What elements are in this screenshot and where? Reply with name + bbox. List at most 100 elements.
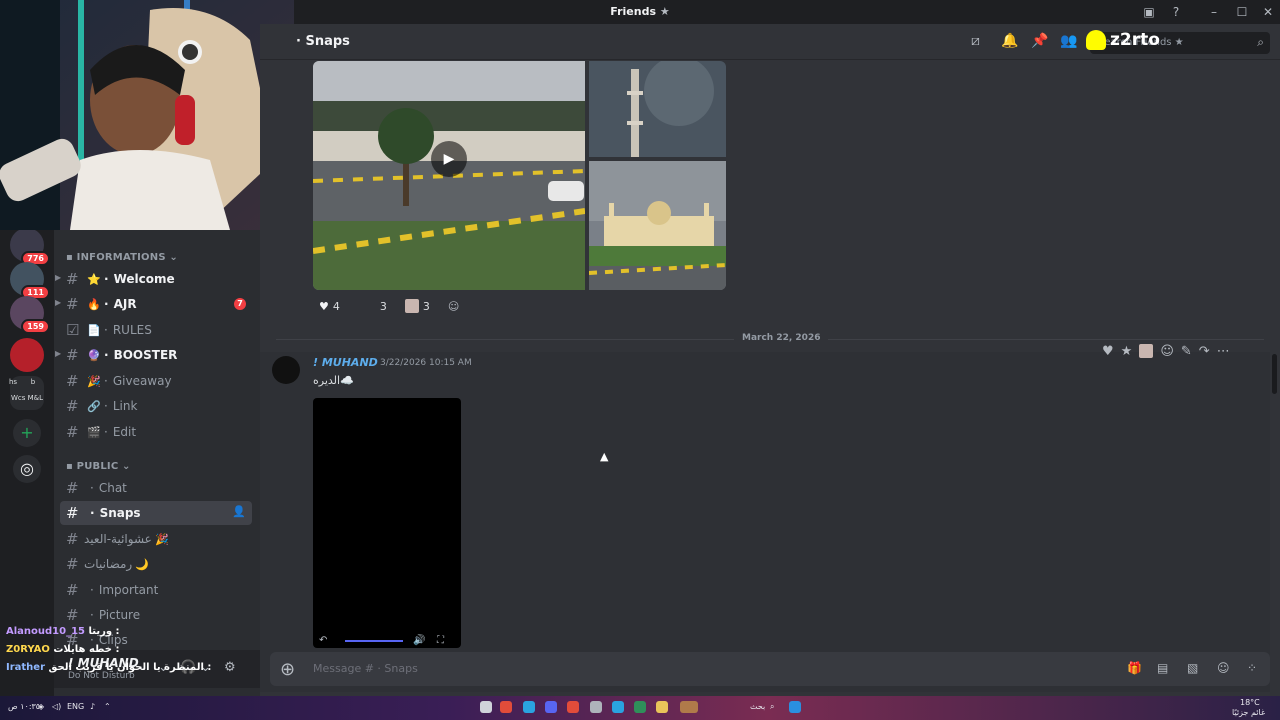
- progress-bar[interactable]: [345, 640, 403, 642]
- channel-snaps[interactable]: # · Snaps 👤: [60, 501, 252, 525]
- channel-ramadan[interactable]: # رمضانيات 🌙: [60, 552, 252, 576]
- start-icon[interactable]: [789, 701, 801, 713]
- close-button[interactable]: ✕: [1256, 3, 1280, 21]
- mouse-cursor-icon: ▲: [600, 450, 609, 463]
- chat-message: Z0RYAO خطه هايلات :: [6, 641, 246, 659]
- video-attachment[interactable]: ▶: [313, 61, 585, 290]
- maximize-button[interactable]: ☐: [1230, 3, 1254, 21]
- scrollbar[interactable]: [1272, 354, 1277, 394]
- add-reaction-button[interactable]: ☺: [442, 296, 465, 316]
- avatar[interactable]: [272, 356, 300, 384]
- star-icon[interactable]: ★: [1121, 344, 1133, 359]
- discover-icon[interactable]: ◎: [13, 455, 41, 483]
- add-reaction-icon[interactable]: ☺: [1160, 344, 1174, 359]
- message-composer[interactable]: ⊕ Message # · Snaps 🎁 ▤ ▧ ☺ ⁘: [270, 652, 1270, 686]
- emoji-icon[interactable]: ☺: [1217, 661, 1230, 675]
- chevron-right-icon: ▶: [55, 273, 62, 282]
- chevron-up-icon[interactable]: ⌃: [104, 702, 111, 711]
- file-explorer-icon[interactable]: [656, 701, 668, 713]
- rewind-icon[interactable]: ↶: [319, 635, 327, 646]
- server-icon[interactable]: 159: [10, 296, 50, 334]
- reaction-pill[interactable]: 3: [399, 296, 436, 316]
- server-icon[interactable]: [10, 338, 44, 372]
- date-divider: March 22, 2026: [276, 333, 1264, 343]
- channel-emoji: 📄: [87, 323, 101, 337]
- reaction-pill[interactable]: 3: [360, 296, 393, 316]
- server-folder[interactable]: hs b Wcs M&L: [9, 376, 44, 410]
- hash-icon: #: [66, 346, 79, 364]
- wifi-icon[interactable]: ◈: [38, 702, 44, 711]
- folder-label: Wcs M&L: [10, 394, 44, 402]
- image-attachment[interactable]: [589, 61, 726, 157]
- reaction-pill[interactable]: ♥ 4: [313, 296, 346, 316]
- channel-rules[interactable]: ☑ 📄 · RULES: [60, 318, 252, 342]
- channel-label: Picture: [98, 608, 141, 622]
- discord-icon[interactable]: [545, 701, 557, 713]
- chat-message: Alanoud10_15 وريتا :: [6, 623, 246, 641]
- image-attachment[interactable]: [589, 161, 726, 290]
- channel-ajr[interactable]: ▶ # 🔥 · AJR 7: [55, 292, 252, 316]
- channel-eid[interactable]: # عشوائية-العيد 🎉: [60, 527, 252, 551]
- gift-icon[interactable]: 🎁: [1127, 661, 1142, 675]
- channel-emoji: 🎉: [87, 374, 101, 388]
- category-informations[interactable]: ▪ INFORMATIONS ⌄: [66, 252, 178, 263]
- video-attachment[interactable]: ↶ 🔊 ⛶: [313, 398, 461, 648]
- gif-icon[interactable]: ▤: [1157, 661, 1168, 675]
- hash-icon: #: [66, 270, 79, 288]
- category-public[interactable]: ▪ PUBLIC ⌄: [66, 461, 131, 472]
- chevron-right-icon: ▶: [55, 349, 62, 358]
- sticker-emoji-icon[interactable]: [1139, 344, 1154, 358]
- help-icon[interactable]: ?: [1168, 4, 1184, 20]
- taskbar-app-icon[interactable]: [500, 701, 512, 713]
- fullscreen-icon[interactable]: ⛶: [437, 635, 444, 646]
- channel-edit[interactable]: # 🎬 · Edit: [60, 420, 252, 444]
- bell-icon[interactable]: 🔔: [1001, 33, 1018, 49]
- channel-label: Chat: [98, 481, 127, 495]
- channel-giveaway[interactable]: # 🎉 · Giveaway: [60, 369, 252, 393]
- hash-icon: #: [66, 295, 79, 313]
- heart-icon[interactable]: ♥: [1102, 344, 1114, 359]
- search-icon: ⌕: [1257, 35, 1264, 49]
- taskbar-app-icon[interactable]: [680, 701, 698, 713]
- pin-icon[interactable]: 📌: [1031, 33, 1048, 49]
- more-icon[interactable]: ⋯: [1217, 344, 1230, 359]
- server-icon[interactable]: 776: [10, 228, 50, 266]
- minimize-button[interactable]: –: [1202, 3, 1226, 21]
- channel-important[interactable]: # · Important: [60, 578, 252, 602]
- channel-chat[interactable]: # · Chat: [60, 476, 252, 500]
- threads-icon[interactable]: ⧄: [971, 33, 980, 49]
- volume-icon[interactable]: 🔊: [413, 635, 425, 646]
- reply-icon[interactable]: ↷: [1199, 344, 1210, 359]
- taskbar-search[interactable]: بحث: [750, 702, 765, 711]
- mic-icon[interactable]: ♪: [90, 702, 95, 711]
- channel-booster[interactable]: ▶ # 🔮 · BOOSTER: [55, 343, 252, 367]
- add-attachment-icon[interactable]: ⊕: [280, 659, 295, 680]
- language-indicator[interactable]: ENG: [67, 702, 84, 711]
- members-icon[interactable]: 👥: [1060, 33, 1077, 49]
- hash-icon: #: [66, 504, 79, 522]
- play-icon[interactable]: ▶: [431, 141, 467, 177]
- channel-emoji: 🔮: [87, 348, 101, 362]
- taskbar-app-icon[interactable]: [634, 701, 646, 713]
- invite-icon[interactable]: 👤: [232, 505, 246, 518]
- apps-icon[interactable]: ⁘: [1247, 661, 1257, 675]
- sticker-icon[interactable]: ▧: [1187, 661, 1198, 675]
- server-icon[interactable]: 111: [10, 262, 50, 300]
- sticker-emoji-icon: [404, 299, 419, 313]
- add-server-icon[interactable]: +: [13, 419, 41, 447]
- channel-link[interactable]: # 🔗 · Link: [60, 394, 252, 418]
- taskbar-app-icon[interactable]: [567, 701, 579, 713]
- message-author[interactable]: ! MUHAND: [313, 356, 378, 369]
- taskbar-app-icon[interactable]: [480, 701, 492, 713]
- telegram-icon[interactable]: [523, 701, 535, 713]
- edge-icon[interactable]: [612, 701, 624, 713]
- search-icon[interactable]: ⌕: [770, 702, 774, 712]
- separator-dot: ·: [104, 348, 109, 362]
- inbox-icon[interactable]: ▣: [1141, 4, 1157, 20]
- rules-icon: ☑: [66, 321, 80, 339]
- volume-icon[interactable]: ◁): [52, 702, 61, 711]
- channel-welcome[interactable]: ▶ # ⭐ · Welcome: [55, 267, 252, 291]
- taskbar-app-icon[interactable]: [590, 701, 602, 713]
- edit-icon[interactable]: ✎: [1181, 344, 1192, 359]
- weather-temp[interactable]: 18°C: [1240, 698, 1260, 707]
